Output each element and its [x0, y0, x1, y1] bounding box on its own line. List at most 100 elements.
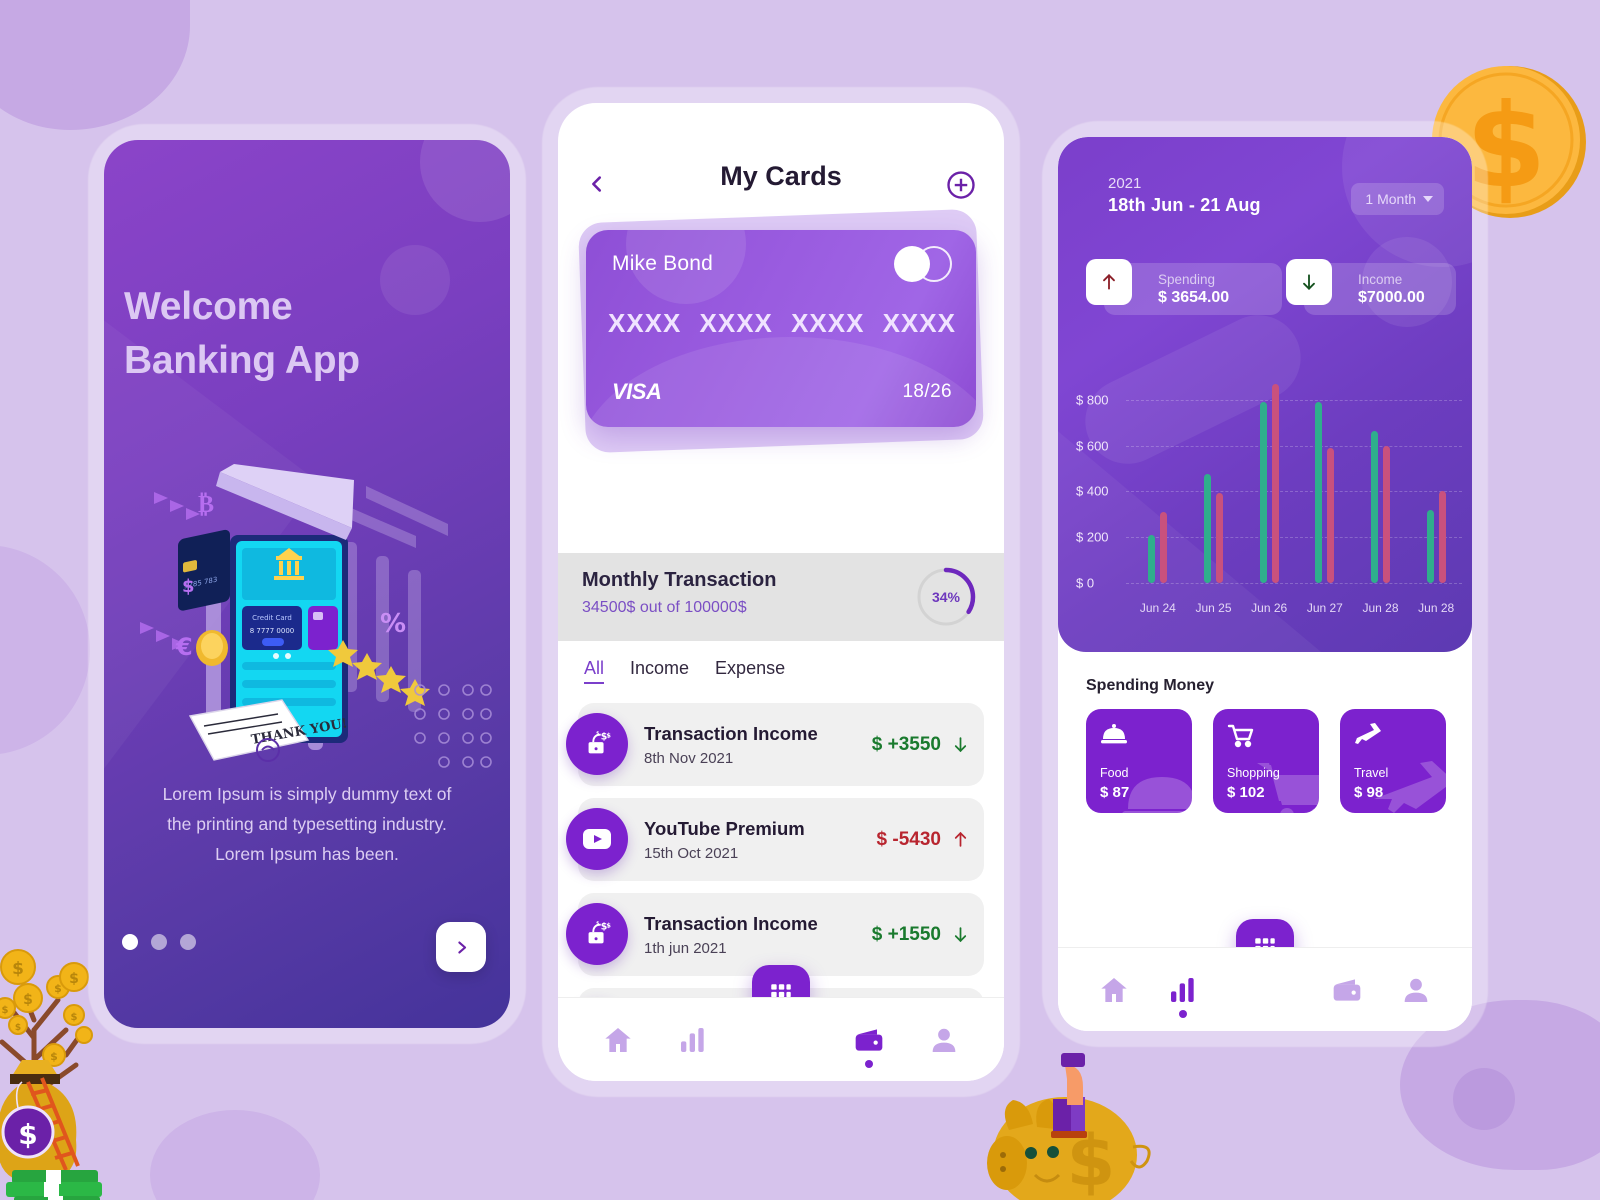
money-bag-dollar-icon: $ $ $ [566, 713, 628, 775]
transaction-date: 1th jun 2021 [644, 939, 727, 957]
spending-card-amount: $ 87 [1100, 784, 1130, 801]
welcome-heading-line1: Welcome [124, 285, 293, 328]
transaction-title: Transaction Income [644, 912, 818, 934]
chart-x-axis-labels: Jun 24 Jun 25 Jun 26 Jun 27 Jun 28 Jun 28 [1130, 601, 1464, 615]
transaction-amount: $ +1550 [872, 924, 984, 946]
spending-card-name: Shopping [1227, 766, 1280, 780]
dot-grid-decoration [414, 684, 492, 768]
kpi-spending[interactable]: Spending $ 3654.00 [1086, 259, 1282, 315]
chart-bar [1204, 474, 1211, 583]
chart-bar-group [1241, 377, 1297, 583]
spending-category-list: Food $ 87 Shopping $ 102 Travel $ 98 [1086, 709, 1446, 813]
arrow-up-icon [954, 831, 967, 847]
chart-bar [1426, 509, 1434, 583]
spending-card-name: Travel [1354, 766, 1389, 780]
svg-text:$: $ [69, 971, 79, 987]
chevron-down-icon [1423, 196, 1433, 202]
spending-card-amount: $ 102 [1227, 784, 1265, 801]
welcome-description-line: Lorem Ipsum is simply dummy text of [162, 784, 452, 804]
pagination-dot-3[interactable] [180, 934, 196, 950]
transaction-amount-text: $ +1550 [871, 923, 941, 945]
chart-x-tick-label: Jun 28 [1418, 601, 1455, 615]
add-card-button[interactable] [946, 170, 976, 200]
kpi-income-label: Income [1358, 271, 1403, 287]
svg-text:$: $ [23, 992, 33, 1008]
spending-card-food[interactable]: Food $ 87 [1086, 709, 1192, 813]
tab-all[interactable]: All [584, 658, 605, 684]
chart-y-tick-label: $ 800 [1076, 392, 1109, 408]
chart-bar [1327, 447, 1335, 583]
welcome-description-line: the printing and typesetting industry. [167, 813, 447, 834]
stats-date-range: 18th Jun - 21 Aug [1108, 195, 1261, 215]
transaction-amount: $ +3550 [872, 734, 984, 756]
stats-year: 2021 [1108, 175, 1142, 192]
background-blob [0, 545, 90, 755]
svg-text:$: $ [596, 921, 599, 927]
chart-x-tick-label: Jun 25 [1195, 601, 1232, 615]
shopping-cart-icon [1227, 723, 1255, 754]
chart-bar [1259, 402, 1267, 583]
transaction-row[interactable]: YouTube Premium 15th Oct 2021 $ -5430 [566, 798, 984, 881]
nav-home-icon[interactable] [1098, 974, 1130, 1006]
chevron-left-icon [592, 176, 602, 192]
card-digit-group: XXXX [699, 308, 773, 338]
period-select[interactable]: 1 Month [1351, 183, 1444, 215]
bottom-navigation [558, 997, 1004, 1081]
pagination-dot-2[interactable] [151, 934, 167, 950]
next-button[interactable] [436, 922, 486, 972]
spending-card-name: Food [1100, 766, 1129, 780]
arrow-up-icon [1103, 274, 1115, 290]
card-number: XXXX XXXX XXXX XXXX [608, 308, 956, 339]
spending-card-shopping[interactable]: Shopping $ 102 [1213, 709, 1319, 813]
card-expiry: 18/26 [902, 381, 952, 402]
transaction-filter-tabs: All Income Expense [584, 658, 785, 684]
pagination-dot-1[interactable] [122, 934, 138, 950]
svg-text:$: $ [54, 982, 62, 995]
page-title: My Cards [720, 161, 842, 191]
decorative-circle [420, 140, 510, 222]
svg-text:$: $ [12, 959, 24, 979]
welcome-heading-line2: Banking App [124, 338, 360, 382]
welcome-description-line: Lorem Ipsum has been. [215, 843, 399, 864]
airplane-icon [1354, 723, 1382, 752]
card-brand-logo: VISA [612, 379, 662, 404]
tab-expense[interactable]: Expense [715, 658, 785, 684]
back-button[interactable] [584, 171, 610, 197]
chart-bar [1315, 402, 1323, 583]
transaction-row[interactable]: $ $ $ Transaction Income 1th jun 2021 $ … [566, 893, 984, 976]
svg-text:$: $ [15, 1023, 21, 1033]
pagination-dots[interactable] [122, 934, 196, 950]
nav-wallet-icon[interactable] [853, 1024, 885, 1068]
tab-income[interactable]: Income [630, 658, 689, 684]
chevron-right-icon [457, 940, 466, 954]
card-digit-group: XXXX [791, 308, 865, 338]
nav-person-icon[interactable] [1400, 974, 1432, 1006]
credit-card[interactable]: Mike Bond XXXX XXXX XXXX XXXX VISA 18/26 [577, 208, 985, 454]
nav-home-icon[interactable] [602, 1024, 634, 1056]
kpi-income[interactable]: Income $7000.00 [1286, 259, 1456, 315]
nav-active-indicator [865, 1059, 874, 1068]
chart-bar-group [1186, 377, 1242, 583]
nav-wallet-icon[interactable] [1331, 974, 1363, 1006]
arrow-down-icon [954, 737, 967, 753]
nav-bar-chart-icon[interactable] [1167, 974, 1199, 1018]
spending-card-amount: $ 98 [1354, 784, 1384, 801]
transaction-row[interactable]: $ $ $ Transaction Income 8th Nov 2021 $ … [566, 703, 984, 786]
chart-plot-area [1130, 377, 1464, 583]
nav-bar-chart-icon[interactable] [677, 1024, 709, 1056]
chart-x-tick-label: Jun 28 [1362, 601, 1399, 615]
nav-active-indicator [1179, 1009, 1188, 1018]
shopping-cart-icon [1257, 763, 1319, 813]
nav-person-icon[interactable] [928, 1024, 960, 1056]
spending-card-travel[interactable]: Travel $ 98 [1340, 709, 1446, 813]
svg-text:₿: ₿ [198, 490, 214, 518]
chart-x-tick-label: Jun 24 [1139, 601, 1176, 615]
chart-y-tick-label: $ 0 [1076, 575, 1095, 591]
transaction-title: Transaction Income [644, 722, 818, 744]
plus-circle-icon [947, 171, 975, 199]
chart-bar-group [1297, 377, 1353, 583]
welcome-heading: Welcome Banking App [124, 280, 464, 388]
chart-bar [1438, 491, 1446, 583]
arrow-down-icon [1303, 274, 1315, 290]
transaction-amount-text: $ +3550 [871, 733, 941, 755]
